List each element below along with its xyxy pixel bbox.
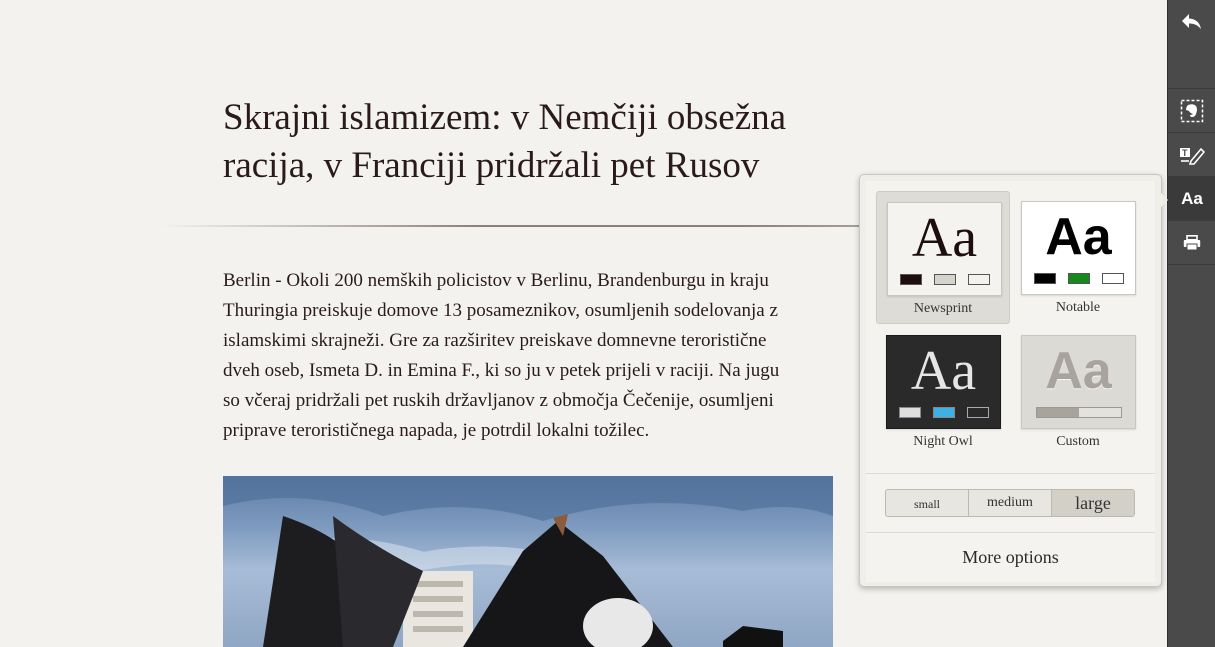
- theme-preview: Aa: [886, 335, 1001, 429]
- article-title-line: Skrajni islamizem: v Nemčiji obsežna: [223, 97, 787, 138]
- theme-color-dots: [887, 407, 1000, 418]
- custom-color-bar: [1035, 407, 1122, 418]
- article-title: Skrajni islamizem: v Nemčiji obsežna rac…: [223, 94, 883, 190]
- popup-divider: [866, 532, 1155, 533]
- theme-notable[interactable]: Aa Notable: [1011, 191, 1145, 324]
- theme-label: Night Owl: [913, 434, 973, 449]
- color-dot: [1067, 273, 1090, 284]
- reader-toolbar: T Aa: [1167, 0, 1215, 647]
- back-arrow-icon: [1181, 13, 1203, 31]
- title-divider: [160, 225, 880, 227]
- theme-color-dots: [888, 274, 1001, 285]
- color-dot: [898, 407, 921, 418]
- theme-preview: Aa: [1021, 201, 1136, 295]
- highlight-pen-icon: T: [1179, 145, 1205, 165]
- theme-night-owl[interactable]: Aa Night Owl: [876, 325, 1010, 458]
- article-body-line: priprave terorističnega napada, je potrd…: [223, 420, 650, 441]
- article-image: [223, 476, 833, 647]
- printer-icon: [1183, 234, 1201, 251]
- article-title-line: racija, v Franciji pridržali pet Rusov: [223, 145, 760, 186]
- text-style-popup: Aa Newsprint Aa Notable Aa Night Owl Aa …: [859, 174, 1162, 587]
- color-dot: [932, 407, 955, 418]
- size-large-button[interactable]: large: [1052, 490, 1134, 516]
- article-body-line: so včeraj pridržali pet ruskih državljan…: [223, 390, 774, 411]
- color-dot: [1033, 273, 1056, 284]
- theme-sample: Aa: [910, 340, 977, 402]
- theme-color-bar: [1022, 407, 1135, 418]
- size-small-button[interactable]: small: [886, 490, 969, 516]
- theme-sample: Aa: [1045, 208, 1112, 266]
- article-body: Berlin - Okoli 200 nemških policistov v …: [223, 266, 923, 446]
- color-dot: [933, 274, 956, 285]
- article-body-line: dveh oseb, Ismeta D. in Emina F., ki so …: [223, 360, 780, 381]
- theme-label: Custom: [1056, 434, 1100, 449]
- article-body-line: islamskimi skrajneži. Gre za razširitev …: [223, 330, 767, 351]
- theme-sample: Aa: [1045, 342, 1112, 400]
- theme-custom[interactable]: Aa Custom: [1011, 325, 1145, 458]
- popup-content: Aa Newsprint Aa Notable Aa Night Owl Aa …: [866, 181, 1155, 582]
- svg-text:T: T: [1182, 148, 1188, 158]
- color-dot: [966, 407, 989, 418]
- article-body-line: Thuringia preiskuje domove 13 posameznik…: [223, 300, 778, 321]
- more-options-button[interactable]: More options: [866, 535, 1155, 579]
- text-style-button[interactable]: Aa: [1168, 177, 1215, 221]
- print-button[interactable]: [1168, 221, 1215, 265]
- text-style-label: Aa: [1181, 188, 1203, 208]
- theme-label: Notable: [1055, 300, 1101, 315]
- theme-newsprint[interactable]: Aa Newsprint: [876, 191, 1010, 324]
- article-body-line: Berlin - Okoli 200 nemških policistov v …: [223, 270, 769, 291]
- popup-pointer: [1160, 192, 1168, 208]
- font-size-selector: small medium large: [885, 489, 1135, 517]
- size-medium-button[interactable]: medium: [969, 490, 1052, 516]
- theme-preview: Aa: [1021, 335, 1136, 429]
- theme-color-dots: [1022, 273, 1135, 284]
- color-dot: [899, 274, 922, 285]
- theme-preview: Aa: [887, 202, 1002, 296]
- back-button[interactable]: [1168, 0, 1215, 44]
- theme-sample: Aa: [911, 207, 978, 269]
- popup-divider: [866, 473, 1155, 474]
- highlight-button[interactable]: T: [1168, 133, 1215, 177]
- theme-label: Newsprint: [913, 301, 973, 316]
- color-dot: [967, 274, 990, 285]
- clip-button[interactable]: [1168, 89, 1215, 133]
- color-dot: [1101, 273, 1124, 284]
- flag-photo-illustration: [223, 476, 833, 647]
- evernote-clip-icon: [1180, 99, 1204, 123]
